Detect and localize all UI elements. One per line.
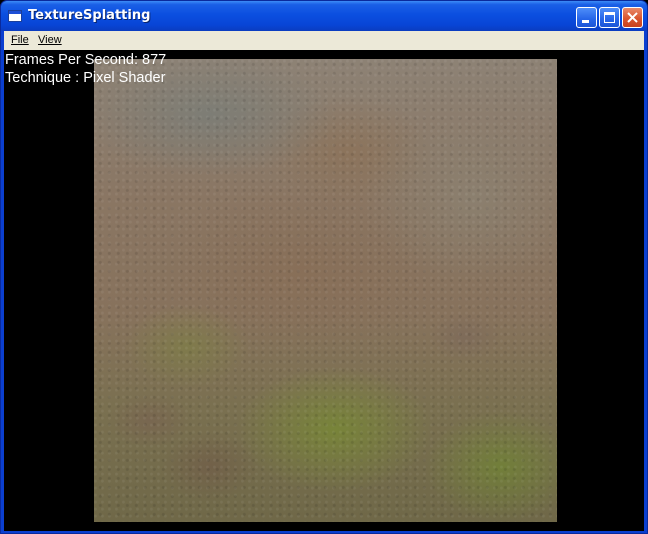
title-bar[interactable]: TextureSplatting xyxy=(1,1,647,31)
menu-file[interactable]: File xyxy=(11,34,29,46)
application-window: TextureSplatting File View Frames Per Se… xyxy=(0,0,648,534)
maximize-button[interactable] xyxy=(599,7,620,28)
window-title: TextureSplatting xyxy=(28,8,151,23)
maximize-icon xyxy=(604,12,615,23)
technique-label: Technique : Pixel Shader xyxy=(5,70,166,86)
terrain-texture xyxy=(94,59,557,522)
minimize-button[interactable] xyxy=(576,7,597,28)
menu-bar: File View xyxy=(4,31,644,50)
app-window-icon xyxy=(8,10,22,22)
close-icon xyxy=(627,12,638,23)
close-button[interactable] xyxy=(622,7,643,28)
menu-view[interactable]: View xyxy=(38,34,62,46)
minimize-icon xyxy=(582,20,589,23)
fps-readout: Frames Per Second: 877 xyxy=(5,52,167,68)
render-viewport[interactable]: Frames Per Second: 877 Technique : Pixel… xyxy=(4,50,644,531)
